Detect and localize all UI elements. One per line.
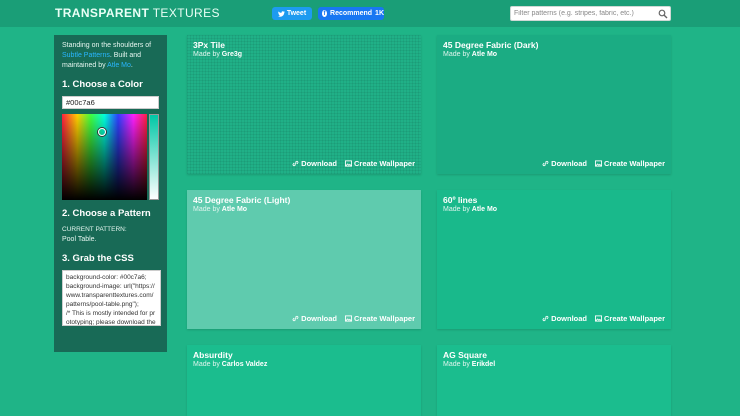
step1-heading: 1. Choose a Color	[62, 79, 143, 90]
download-label: Download	[551, 314, 587, 323]
tweet-button[interactable]: Tweet	[272, 7, 312, 20]
card-actions: Download Create Wallpaper	[292, 159, 415, 168]
made-by-label: Made by	[193, 206, 222, 213]
link-icon	[292, 315, 299, 322]
facebook-icon: f	[322, 10, 328, 17]
intro-text: Standing on the shoulders of Subtle Patt…	[62, 41, 159, 71]
card-author[interactable]: Atle Mo	[472, 206, 497, 213]
current-pattern-name: Pool Table.	[62, 236, 97, 243]
picker-handle[interactable]	[98, 128, 106, 136]
image-icon	[595, 315, 602, 322]
pattern-card[interactable]: 45 Degree Fabric (Dark) Made by Atle Mo …	[437, 35, 671, 174]
facebook-recommend-button[interactable]: f Recommend 1K	[318, 7, 384, 20]
subtle-patterns-link[interactable]: Subtle Patterns	[62, 52, 110, 59]
card-author-line: Made by Erikdel	[443, 361, 495, 368]
pattern-card[interactable]: 60º lines Made by Atle Mo Download Creat…	[437, 190, 671, 329]
card-title: 3Px Tile	[193, 40, 225, 50]
card-title: 60º lines	[443, 195, 478, 205]
logo-bold-text: TRANSPARENT	[55, 6, 150, 20]
link-icon	[292, 160, 299, 167]
sidebar-panel: Standing on the shoulders of Subtle Patt…	[54, 35, 167, 352]
made-by-label: Made by	[443, 361, 472, 368]
card-actions: Download Create Wallpaper	[542, 314, 665, 323]
site-logo[interactable]: TRANSPARENT TEXTURES	[55, 6, 220, 20]
image-icon	[345, 315, 352, 322]
made-by-label: Made by	[193, 361, 222, 368]
download-label: Download	[551, 159, 587, 168]
made-by-label: Made by	[193, 51, 222, 58]
create-wallpaper-link[interactable]: Create Wallpaper	[595, 314, 665, 323]
card-author[interactable]: Carlos Valdez	[222, 361, 268, 368]
tweet-label: Tweet	[286, 10, 307, 17]
css-code-textarea[interactable]: background-color: #00c7a6; background-im…	[62, 270, 161, 326]
color-hex-input[interactable]: #00c7a6	[62, 96, 159, 109]
color-picker	[62, 114, 159, 200]
current-pattern-label: CURRENT PATTERN:	[62, 226, 127, 233]
pattern-card[interactable]: AG Square Made by Erikdel	[437, 345, 671, 416]
card-actions: Download Create Wallpaper	[542, 159, 665, 168]
download-label: Download	[301, 159, 337, 168]
card-title: 45 Degree Fabric (Light)	[193, 195, 291, 205]
pattern-card[interactable]: 3Px Tile Made by Gre3g Download Create W…	[187, 35, 421, 174]
card-actions: Download Create Wallpaper	[292, 314, 415, 323]
author-link[interactable]: Atle Mo	[107, 62, 131, 69]
create-wallpaper-link[interactable]: Create Wallpaper	[345, 159, 415, 168]
card-author[interactable]: Atle Mo	[222, 206, 247, 213]
wallpaper-label: Create Wallpaper	[604, 159, 665, 168]
intro-part: .	[130, 62, 133, 69]
create-wallpaper-link[interactable]: Create Wallpaper	[595, 159, 665, 168]
download-label: Download	[301, 314, 337, 323]
wallpaper-label: Create Wallpaper	[354, 159, 415, 168]
card-title: AG Square	[443, 350, 487, 360]
made-by-label: Made by	[443, 51, 472, 58]
card-author-line: Made by Atle Mo	[443, 206, 497, 213]
wallpaper-label: Create Wallpaper	[354, 314, 415, 323]
card-title: 45 Degree Fabric (Dark)	[443, 40, 539, 50]
search-icon[interactable]	[658, 9, 668, 19]
create-wallpaper-link[interactable]: Create Wallpaper	[345, 314, 415, 323]
card-author-line: Made by Atle Mo	[193, 206, 247, 213]
link-icon	[542, 160, 549, 167]
made-by-label: Made by	[443, 206, 472, 213]
pattern-card[interactable]: Absurdity Made by Carlos Valdez	[187, 345, 421, 416]
download-link[interactable]: Download	[542, 159, 587, 168]
card-author-line: Made by Atle Mo	[443, 51, 497, 58]
card-author[interactable]: Erikdel	[472, 361, 495, 368]
step2-heading: 2. Choose a Pattern	[62, 208, 151, 219]
link-icon	[542, 315, 549, 322]
search-box	[510, 6, 671, 21]
recommend-label: Recommend	[330, 10, 373, 17]
card-author[interactable]: Atle Mo	[472, 51, 497, 58]
image-icon	[345, 160, 352, 167]
download-link[interactable]: Download	[542, 314, 587, 323]
opacity-slider[interactable]	[149, 114, 159, 200]
search-input[interactable]	[511, 10, 656, 17]
step3-heading: 3. Grab the CSS	[62, 253, 134, 264]
saturation-value-area[interactable]	[62, 114, 147, 200]
logo-light-text: TEXTURES	[149, 6, 220, 20]
intro-part: Standing on the shoulders of	[62, 42, 152, 49]
download-link[interactable]: Download	[292, 314, 337, 323]
image-icon	[595, 160, 602, 167]
card-author-line: Made by Carlos Valdez	[193, 361, 267, 368]
card-author[interactable]: Gre3g	[222, 51, 242, 58]
twitter-bird-icon	[277, 10, 285, 17]
download-link[interactable]: Download	[292, 159, 337, 168]
wallpaper-label: Create Wallpaper	[604, 314, 665, 323]
card-author-line: Made by Gre3g	[193, 51, 242, 58]
top-bar: TRANSPARENT TEXTURES Tweet f Recommend 1…	[0, 0, 740, 27]
card-title: Absurdity	[193, 350, 233, 360]
recommend-count: 1K	[375, 10, 384, 17]
pattern-card[interactable]: 45 Degree Fabric (Light) Made by Atle Mo…	[187, 190, 421, 329]
